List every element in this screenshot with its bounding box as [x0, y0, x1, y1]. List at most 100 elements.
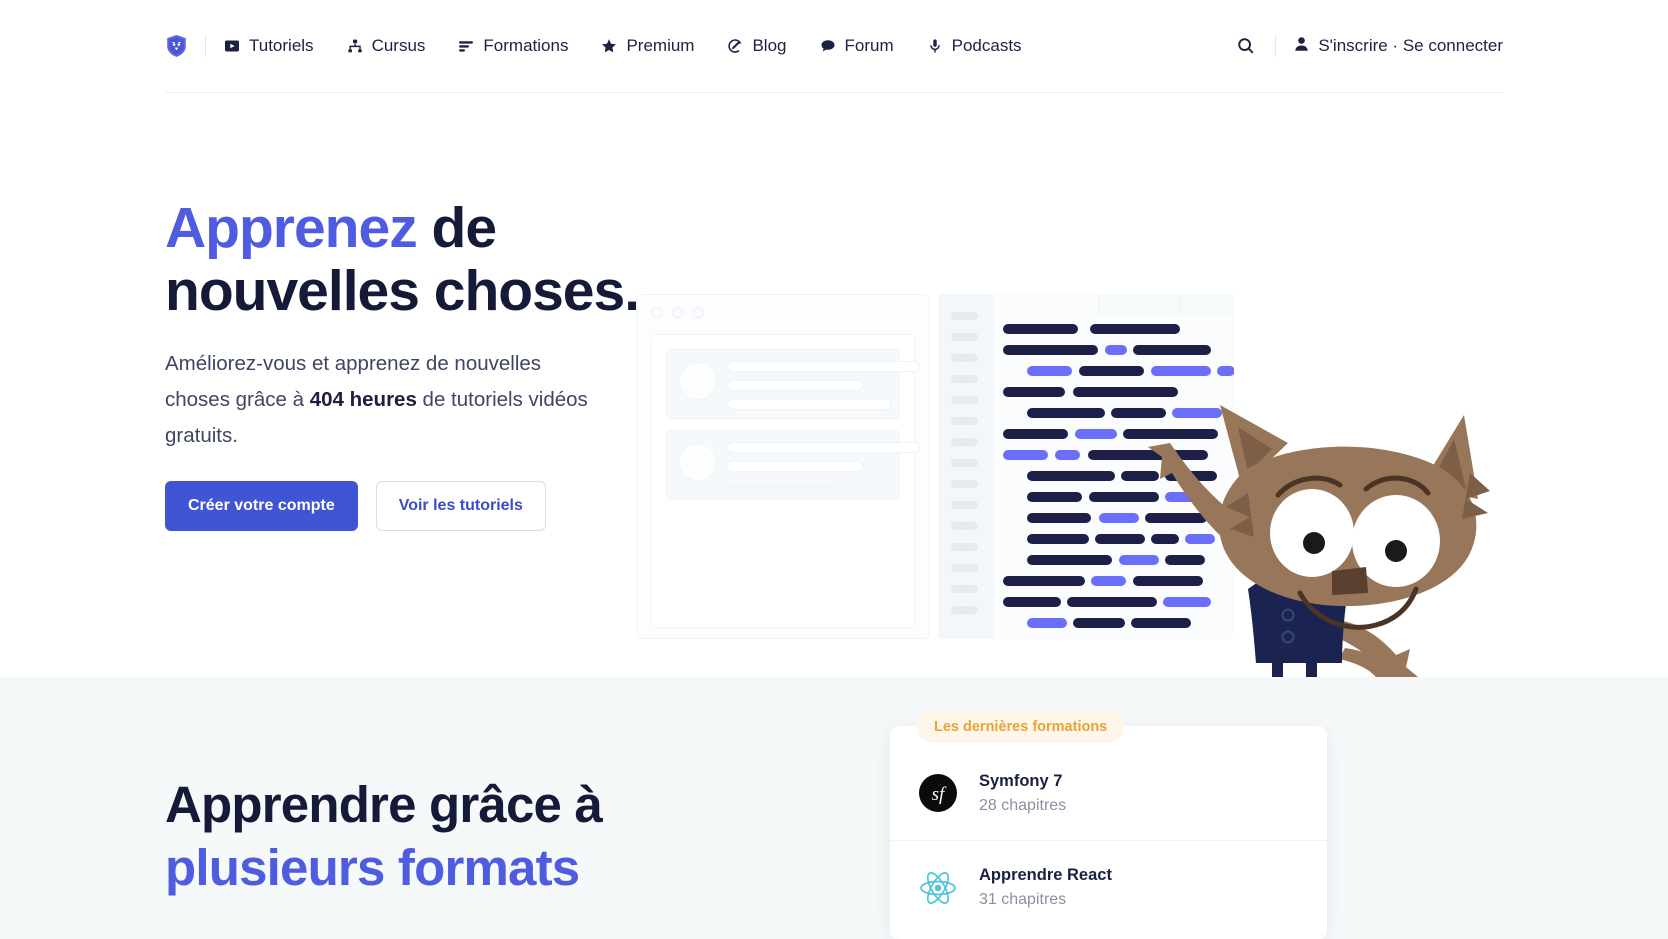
code-line-segment — [1027, 513, 1091, 523]
editor-tab-bar — [993, 294, 1234, 314]
latest-formations-card: Les dernières formations sf Symfony 7 28… — [890, 710, 1327, 939]
nav-inner: Tutoriels Cursus Formations Premium Blog… — [165, 0, 1503, 93]
nav-item-label: Forum — [844, 36, 894, 55]
code-line-segment — [1027, 534, 1089, 544]
window-dots — [651, 307, 704, 318]
nav-links-list: Tutoriels Cursus Formations Premium Blog… — [224, 36, 1022, 56]
pencil-circle-icon — [727, 38, 743, 54]
hero-copy-block: Apprenez de nouvelles choses. Améliorez-… — [165, 197, 705, 531]
hero-subtitle: Améliorez-vous et apprenez de nouvelles … — [165, 346, 605, 454]
browser-mockup-panel — [636, 294, 930, 639]
nav-item-label: Tutoriels — [249, 36, 314, 55]
editor-tab[interactable] — [1099, 294, 1179, 314]
code-line-segment — [1090, 324, 1180, 334]
shield-owl-logo-icon[interactable] — [165, 33, 187, 59]
nav-item-premium[interactable]: Premium — [601, 36, 694, 56]
placeholder-line — [727, 399, 891, 410]
react-logo-icon — [919, 869, 957, 907]
code-line-segment — [1067, 597, 1157, 607]
hero-subtitle-hours: 404 heures — [309, 388, 417, 411]
auth-links[interactable]: S'inscrire · Se connecter — [1294, 36, 1503, 57]
code-line-segment — [1075, 429, 1117, 439]
create-account-button[interactable]: Créer votre compte — [165, 481, 358, 531]
placeholder-line — [727, 442, 920, 453]
formats-title-line1: Apprendre grâce à — [165, 776, 603, 833]
formation-chapters: 31 chapitres — [979, 891, 1067, 908]
editor-file-row — [951, 396, 978, 404]
code-line-segment — [1027, 366, 1072, 376]
formation-name: Apprendre React — [979, 866, 1112, 884]
code-line-segment — [1003, 597, 1061, 607]
code-line-segment — [1003, 345, 1098, 355]
sitemap-icon — [347, 38, 363, 54]
play-square-icon — [224, 38, 240, 54]
nav-item-tutoriels[interactable]: Tutoriels — [224, 36, 314, 56]
nav-item-label: Blog — [752, 36, 787, 55]
placeholder-line — [727, 361, 920, 372]
lines-list-icon — [458, 38, 474, 54]
nav-item-forum[interactable]: Forum — [820, 36, 894, 56]
list-item-meta: Apprendre React 31 chapitres — [979, 866, 1112, 909]
placeholder-avatar — [679, 362, 717, 400]
editor-file-row — [951, 585, 978, 593]
placeholder-line — [727, 461, 863, 472]
nav-item-label: Cursus — [371, 36, 426, 55]
hero-title-accent: Apprenez — [165, 196, 418, 260]
code-line-segment — [1091, 576, 1126, 586]
nav-item-formations[interactable]: Formations — [458, 36, 568, 56]
code-line-segment — [1079, 366, 1144, 376]
editor-file-row — [951, 606, 978, 614]
microphone-icon — [927, 38, 943, 54]
editor-file-row — [951, 375, 978, 383]
top-navigation-bar: Tutoriels Cursus Formations Premium Blog… — [0, 0, 1668, 94]
placeholder-line — [727, 380, 863, 391]
formats-title-line2: plusieurs formats — [165, 839, 580, 896]
code-line-segment — [1105, 345, 1127, 355]
editor-file-row — [951, 438, 978, 446]
placeholder-card — [666, 430, 920, 500]
code-line-segment — [1003, 429, 1068, 439]
code-line-segment — [1003, 387, 1065, 397]
nav-item-label: Podcasts — [951, 36, 1022, 55]
hero-button-group: Créer votre compte Voir les tutoriels — [165, 481, 705, 531]
nav-item-cursus[interactable]: Cursus — [347, 36, 426, 56]
placeholder-avatar — [679, 443, 717, 481]
code-line-segment — [1055, 450, 1080, 460]
auth-label: S'inscrire · Se connecter — [1318, 36, 1503, 55]
placeholder-card — [666, 349, 920, 419]
formation-name: Symfony 7 — [979, 771, 1063, 790]
editor-file-sidebar — [938, 294, 993, 639]
code-line-segment — [1003, 450, 1048, 460]
editor-file-row — [951, 312, 978, 320]
nav-item-podcasts[interactable]: Podcasts — [927, 36, 1022, 56]
nav-divider-right — [1275, 35, 1277, 57]
speech-bubble-icon — [820, 38, 836, 54]
list-item[interactable]: sf Symfony 7 28 chapitres — [890, 746, 1327, 840]
formation-chapters: 28 chapitres — [979, 796, 1067, 814]
symfony-logo-icon: sf — [919, 774, 957, 812]
nav-item-label: Premium — [626, 36, 695, 55]
code-line-segment — [1027, 471, 1115, 481]
user-icon — [1294, 36, 1309, 57]
search-icon[interactable] — [1235, 35, 1257, 57]
editor-file-row — [951, 333, 978, 341]
editor-file-row — [951, 459, 978, 467]
view-tutorials-button[interactable]: Voir les tutoriels — [375, 481, 546, 531]
code-line-segment — [1099, 513, 1139, 523]
code-line-segment — [1073, 618, 1125, 628]
code-line-segment — [1027, 492, 1082, 502]
editor-tab[interactable] — [1180, 294, 1234, 314]
page-title: Apprenez de nouvelles choses. — [165, 197, 705, 323]
editor-file-row — [951, 480, 978, 488]
nav-divider — [205, 35, 206, 57]
list-item-meta: Symfony 7 28 chapitres — [979, 772, 1066, 815]
placeholder-line — [727, 486, 837, 487]
editor-tab[interactable] — [993, 294, 1098, 314]
nav-right-group: S'inscrire · Se connecter — [1235, 35, 1503, 57]
list-item[interactable]: Apprendre React 31 chapitres — [890, 840, 1327, 934]
code-line-segment — [1027, 618, 1067, 628]
editor-file-row — [951, 564, 978, 572]
nav-item-blog[interactable]: Blog — [727, 36, 787, 56]
code-line-segment — [1095, 534, 1145, 544]
code-line-segment — [1003, 576, 1085, 586]
